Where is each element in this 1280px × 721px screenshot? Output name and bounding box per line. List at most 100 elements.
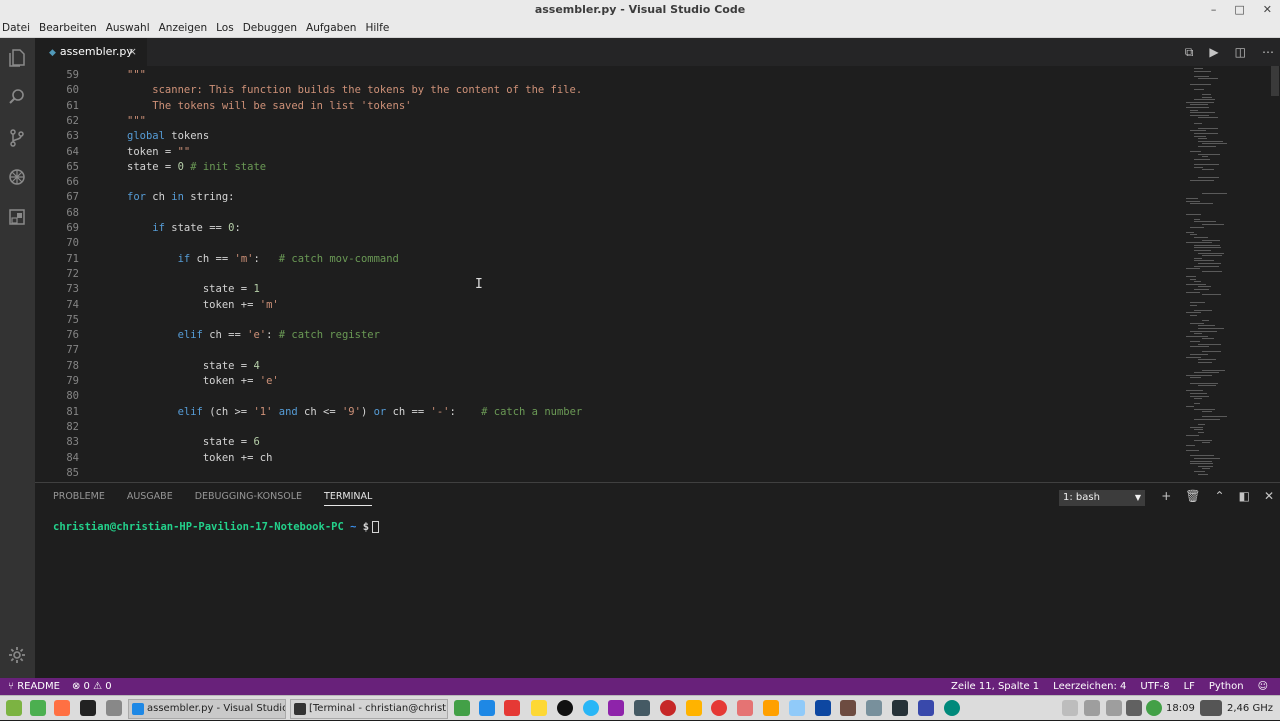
app-icon-2[interactable]	[479, 700, 495, 716]
line-number: 71	[66, 252, 79, 265]
editor-scrollbar[interactable]	[1270, 66, 1280, 482]
activity-bar	[0, 38, 35, 678]
volume-icon[interactable]	[1106, 700, 1122, 716]
terminal-output[interactable]: christian@christian-HP-Pavilion-17-Noteb…	[53, 521, 380, 533]
status-branch[interactable]: ⑂ README	[8, 678, 60, 695]
minimap-line	[1194, 372, 1219, 374]
app-icon-16[interactable]	[840, 700, 856, 716]
app-icon-3[interactable]	[504, 700, 520, 716]
tray-icon-2[interactable]	[1084, 700, 1100, 716]
status-encoding[interactable]: UTF-8	[1140, 678, 1169, 695]
maximize-panel-icon[interactable]: ⌃	[1215, 489, 1225, 503]
gear-icon[interactable]	[6, 646, 28, 668]
source-control-icon[interactable]	[6, 128, 28, 150]
minimap-line	[1198, 286, 1211, 288]
minimap-line	[1202, 411, 1212, 413]
status-language[interactable]: Python	[1209, 678, 1244, 695]
files-icon[interactable]	[106, 700, 122, 716]
app-icon-15[interactable]	[815, 700, 831, 716]
code-editor[interactable]: 59 60 61 62 63 64 65 66 67 68 69 70 71 72 73 74 75 76 77 78…	[35, 66, 1280, 482]
app-icon-10[interactable]	[686, 700, 702, 716]
app-icon-4[interactable]	[531, 700, 547, 716]
app-icon-1[interactable]	[454, 700, 470, 716]
tab-assembler-py[interactable]: ◆ assembler.py ×	[35, 38, 147, 66]
panel-tabs: PROBLEME AUSGABE DEBUGGING-KONSOLE TERMI…	[53, 491, 373, 506]
update-shield-icon[interactable]	[1146, 700, 1162, 716]
app-icon-17[interactable]	[866, 700, 882, 716]
minimap-line	[1190, 455, 1214, 457]
minimap[interactable]	[1184, 66, 1254, 482]
menu-aufgaben[interactable]: Aufgaben	[303, 22, 359, 34]
close-icon[interactable]: ✕	[1263, 0, 1272, 19]
terminal-launcher-icon[interactable]	[80, 700, 96, 716]
maximize-icon[interactable]: □	[1234, 0, 1244, 19]
bluetooth-icon[interactable]	[1126, 700, 1142, 716]
taskbar-window-terminal[interactable]: [Terminal - christian@christi...	[290, 699, 448, 719]
minimap-line	[1202, 416, 1227, 418]
taskbar-window-vscode[interactable]: assembler.py - Visual Studio ...	[128, 699, 286, 719]
terminal-select-value: 1: bash	[1063, 492, 1100, 503]
minimap-line	[1190, 114, 1210, 116]
minimap-line	[1194, 419, 1221, 420]
app-icon-18[interactable]	[892, 700, 908, 716]
app-icon-13[interactable]	[763, 700, 779, 716]
minimap-line	[1202, 468, 1211, 470]
status-indent[interactable]: Leerzeichen: 4	[1053, 678, 1126, 695]
show-desktop-icon[interactable]	[30, 700, 46, 716]
status-position[interactable]: Zeile 11, Spalte 1	[951, 678, 1039, 695]
minimap-line	[1190, 112, 1216, 114]
status-warnings: 0	[105, 681, 112, 692]
minimap-line	[1190, 382, 1218, 384]
more-actions-icon[interactable]: ⋯	[1262, 45, 1274, 59]
close-tab-icon[interactable]: ×	[128, 38, 137, 66]
editor-actions: ⧉ ▶ ◫ ⋯	[1185, 38, 1274, 66]
firefox-icon[interactable]	[54, 700, 70, 716]
app-icon-9[interactable]	[660, 700, 676, 716]
tab-probleme[interactable]: PROBLEME	[53, 491, 105, 506]
extensions-icon[interactable]	[6, 208, 28, 230]
app-icon-11[interactable]	[711, 700, 727, 716]
minimap-line	[1194, 309, 1213, 311]
new-terminal-icon[interactable]: +	[1161, 489, 1171, 503]
menu-hilfe[interactable]: Hilfe	[362, 22, 392, 34]
menu-los[interactable]: Los	[213, 22, 237, 34]
smiley-icon[interactable]: ☺	[1258, 678, 1268, 695]
app-icon-14[interactable]	[789, 700, 805, 716]
explorer-icon[interactable]	[6, 48, 28, 70]
app-icon-12[interactable]	[737, 700, 753, 716]
close-panel-icon[interactable]: ✕	[1264, 489, 1274, 503]
status-eol[interactable]: LF	[1184, 678, 1195, 695]
toggle-layout-icon[interactable]: ◧	[1239, 489, 1250, 503]
app-icon-8[interactable]	[634, 700, 650, 716]
search-icon[interactable]	[6, 88, 28, 110]
line-number: 60	[66, 84, 79, 97]
mint-menu-icon[interactable]	[6, 700, 22, 716]
tab-terminal[interactable]: TERMINAL	[324, 491, 373, 506]
minimap-line	[1186, 276, 1197, 277]
menu-datei[interactable]: Datei	[0, 22, 33, 34]
menu-anzeigen[interactable]: Anzeigen	[156, 22, 211, 34]
tray-icon-1[interactable]	[1062, 700, 1078, 716]
kill-terminal-icon[interactable]: 🗑	[1185, 489, 1200, 503]
menu-auswahl[interactable]: Auswahl	[103, 22, 153, 34]
app-icon-19[interactable]	[918, 700, 934, 716]
scrollbar-thumb[interactable]	[1271, 66, 1279, 96]
debug-icon[interactable]	[6, 168, 28, 190]
terminal-select[interactable]: 1: bash ▼	[1059, 490, 1145, 506]
menu-bearbeiten[interactable]: Bearbeiten	[36, 22, 100, 34]
split-editor-icon[interactable]: ◫	[1235, 45, 1246, 59]
status-problems[interactable]: ⊗ 0 ⚠ 0	[72, 678, 112, 695]
minimap-line	[1186, 445, 1196, 446]
line-number: 73	[66, 283, 79, 296]
open-changes-icon[interactable]: ⧉	[1185, 45, 1194, 60]
menu-debuggen[interactable]: Debuggen	[240, 22, 300, 34]
app-icon-7[interactable]	[608, 700, 624, 716]
app-icon-6[interactable]	[583, 700, 599, 716]
app-icon-5[interactable]	[557, 700, 573, 716]
tab-debugging-konsole[interactable]: DEBUGGING-KONSOLE	[195, 491, 302, 506]
app-icon-20[interactable]	[944, 700, 960, 716]
run-icon[interactable]: ▶	[1209, 45, 1218, 59]
minimize-icon[interactable]: –	[1211, 0, 1217, 19]
clock[interactable]: 18:09	[1166, 696, 1195, 721]
tab-ausgabe[interactable]: AUSGABE	[127, 491, 173, 506]
